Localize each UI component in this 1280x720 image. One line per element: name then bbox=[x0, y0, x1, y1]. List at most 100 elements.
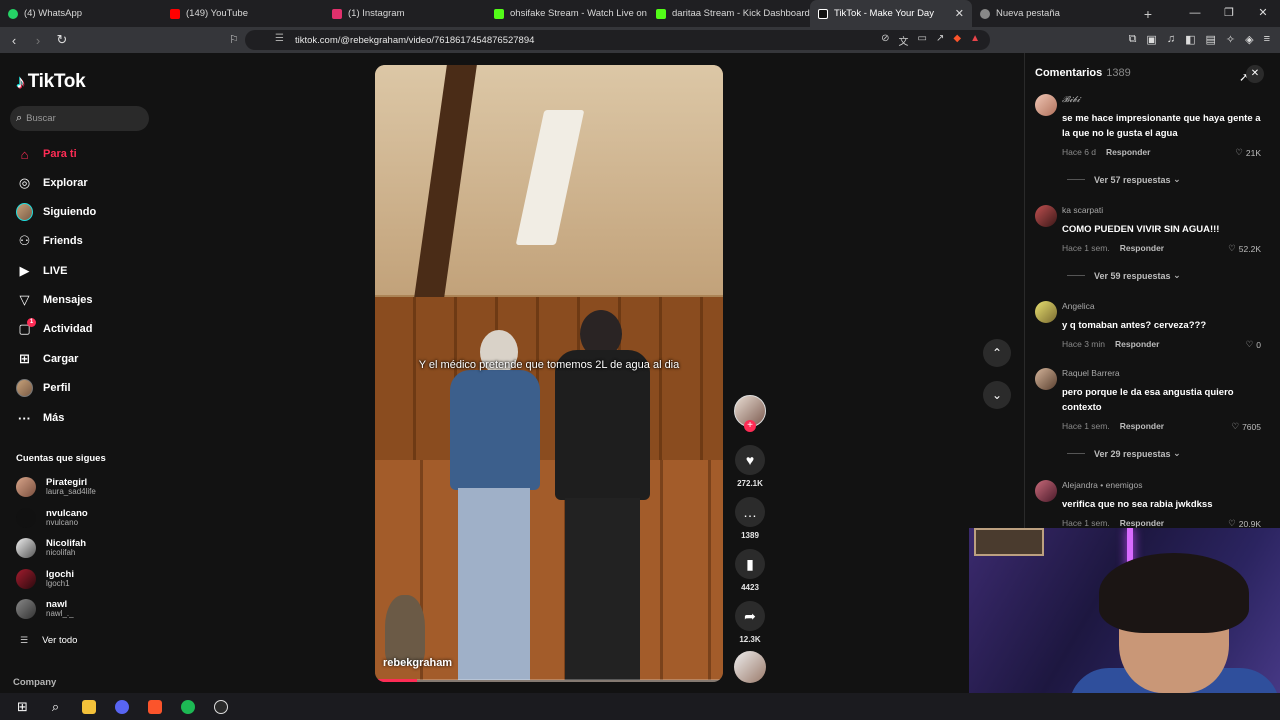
translate-icon[interactable]: 文 bbox=[899, 33, 909, 48]
reply-button[interactable]: Responder bbox=[1115, 339, 1159, 349]
chevron-down-icon: ⌄ bbox=[1173, 270, 1181, 280]
comment-like-button[interactable]: ♡ 0 bbox=[1246, 339, 1261, 350]
close-window-icon[interactable]: ✕ bbox=[1246, 0, 1280, 27]
minimize-icon[interactable]: — bbox=[1178, 0, 1212, 27]
comment-time: Hace 1 sem. bbox=[1062, 421, 1110, 431]
see-all-link[interactable]: ☰ Ver todo bbox=[20, 635, 77, 646]
like-button[interactable]: ♥ 272.1K bbox=[733, 445, 767, 488]
forward-icon[interactable]: › bbox=[28, 33, 48, 48]
comment-username[interactable]: ka scarpati bbox=[1062, 205, 1103, 215]
company-link[interactable]: Company bbox=[13, 677, 56, 688]
sound-avatar[interactable] bbox=[734, 651, 766, 683]
sidebar-item-mensajes[interactable]: ▽ Mensajes bbox=[16, 289, 93, 311]
comment-username[interactable]: Alejandra • enemigos bbox=[1062, 480, 1142, 490]
tiktok-logo[interactable]: ♪ TikTok bbox=[16, 71, 86, 93]
reply-button[interactable]: Responder bbox=[1120, 421, 1164, 431]
close-comments-button[interactable]: ✕ bbox=[1246, 65, 1264, 83]
url-field[interactable]: ⚐ ☰ tiktok.com/@rebekgraham/video/761861… bbox=[229, 30, 990, 50]
video-frame-person bbox=[450, 330, 540, 680]
sidebar-item-label: Actividad bbox=[43, 323, 93, 335]
extensions-icon[interactable]: ⧉ bbox=[1129, 33, 1137, 46]
tab-whatsapp[interactable]: (4) WhatsApp bbox=[0, 0, 162, 27]
brave-shields-icon[interactable]: ◆ bbox=[953, 33, 961, 48]
save-button[interactable]: ▮ 4423 bbox=[733, 549, 767, 592]
avatar[interactable] bbox=[1035, 480, 1057, 502]
spotify-icon[interactable] bbox=[171, 693, 204, 720]
reply-button[interactable]: Responder bbox=[1120, 518, 1164, 528]
tab-instagram[interactable]: (1) Instagram bbox=[324, 0, 486, 27]
video-progress-bar[interactable] bbox=[375, 679, 723, 682]
view-replies-button[interactable]: Ver 57 respuestas ⌄ bbox=[1067, 174, 1181, 185]
avatar[interactable] bbox=[1035, 368, 1057, 390]
following-item[interactable]: nawl nawl_._ bbox=[16, 596, 74, 622]
video-player[interactable]: Y el médico pretende que tomemos 2L de a… bbox=[375, 65, 723, 682]
comment-like-button[interactable]: ♡ 21K bbox=[1235, 147, 1261, 158]
following-item[interactable]: Pirategirl laura_sad4life bbox=[16, 474, 96, 500]
comment-username[interactable]: 𝓑𝓲𝓫𝓲 bbox=[1062, 94, 1080, 105]
tab-new[interactable]: Nueva pestaña bbox=[972, 0, 1134, 27]
tab-title: ohsifake Stream - Watch Live on Kick bbox=[510, 8, 648, 19]
cast-icon[interactable]: ▭ bbox=[918, 33, 927, 48]
menu-icon[interactable]: ≡ bbox=[1264, 33, 1270, 46]
file-explorer-icon[interactable] bbox=[72, 693, 105, 720]
reload-icon[interactable]: ↻ bbox=[52, 32, 72, 48]
sidebar-item-cargar[interactable]: ⊞ Cargar bbox=[16, 348, 78, 370]
discord-icon[interactable] bbox=[105, 693, 138, 720]
avatar[interactable] bbox=[1035, 205, 1057, 227]
sidebar-item-actividad[interactable]: ▢ 1 Actividad bbox=[16, 317, 93, 340]
bookmark-icon[interactable]: ⚐ bbox=[229, 33, 239, 46]
comment-username[interactable]: Angelica bbox=[1062, 301, 1095, 311]
search-icon[interactable]: ⌕ bbox=[39, 693, 72, 720]
following-item[interactable]: nvulcano nvulcano bbox=[16, 505, 88, 531]
tab-kick-dashboard[interactable]: daritaa Stream - Kick Dashboard bbox=[648, 0, 810, 27]
vpn-icon[interactable]: ◈ bbox=[1245, 33, 1253, 46]
back-icon[interactable]: ‹ bbox=[4, 33, 24, 48]
wallet-icon[interactable]: ▤ bbox=[1205, 33, 1215, 46]
restore-icon[interactable]: ❐ bbox=[1212, 0, 1246, 27]
search-input[interactable]: ⌕ Buscar bbox=[10, 106, 149, 131]
comment-button[interactable]: … 1389 bbox=[733, 497, 767, 540]
leo-ai-icon[interactable]: ✧ bbox=[1226, 33, 1235, 46]
following-item[interactable]: lgochi lgoch1 bbox=[16, 566, 74, 592]
media-icon[interactable]: ♫ bbox=[1167, 33, 1175, 46]
comment-username[interactable]: Raquel Barrera bbox=[1062, 368, 1120, 378]
sidebar-item-siguiendo[interactable]: Siguiendo bbox=[16, 201, 96, 223]
previous-video-button[interactable]: ⌃ bbox=[983, 339, 1011, 367]
view-replies-button[interactable]: Ver 29 respuestas ⌄ bbox=[1067, 448, 1181, 459]
screenshot-icon[interactable]: ▣ bbox=[1146, 33, 1156, 46]
share-icon[interactable]: ↗ bbox=[936, 33, 944, 48]
tab-youtube[interactable]: (149) YouTube bbox=[162, 0, 324, 27]
sidebar-item-live[interactable]: ▶ LIVE bbox=[16, 260, 68, 282]
comment-like-button[interactable]: ♡ 7605 bbox=[1231, 421, 1261, 432]
sidebar-item-mas[interactable]: ··· Más bbox=[16, 407, 64, 429]
follow-plus-icon[interactable]: + bbox=[744, 420, 756, 432]
sidebar-toggle-icon[interactable]: ◧ bbox=[1185, 33, 1195, 46]
comment-time: Hace 1 sem. bbox=[1062, 518, 1110, 528]
sidebar-item-perfil[interactable]: Perfil bbox=[16, 377, 71, 399]
block-icon[interactable]: ⊘ bbox=[881, 33, 889, 48]
new-tab-button[interactable]: + bbox=[1134, 6, 1162, 22]
avatar[interactable] bbox=[1035, 301, 1057, 323]
view-replies-button[interactable]: Ver 59 respuestas ⌄ bbox=[1067, 270, 1181, 281]
sidebar-item-para-ti[interactable]: ⌂ Para ti bbox=[16, 143, 77, 165]
site-settings-icon[interactable]: ☰ bbox=[275, 33, 284, 44]
reply-button[interactable]: Responder bbox=[1120, 243, 1164, 253]
heart-outline-icon: ♡ bbox=[1228, 243, 1236, 253]
rewards-icon[interactable]: ▲ bbox=[970, 33, 980, 48]
sidebar-item-explorar[interactable]: ◎ Explorar bbox=[16, 172, 88, 194]
comment-like-button[interactable]: ♡ 52.2K bbox=[1228, 243, 1261, 254]
close-tab-icon[interactable]: ✕ bbox=[955, 7, 964, 20]
avatar[interactable] bbox=[1035, 94, 1057, 116]
brave-browser-icon[interactable] bbox=[138, 693, 171, 720]
next-video-button[interactable]: ⌄ bbox=[983, 381, 1011, 409]
obs-icon[interactable] bbox=[204, 693, 237, 720]
sidebar-item-friends[interactable]: ⚇ Friends bbox=[16, 230, 83, 252]
comment-icon: … bbox=[735, 497, 765, 527]
windows-start-icon[interactable]: ⊞ bbox=[6, 693, 39, 720]
tab-kick-stream[interactable]: ohsifake Stream - Watch Live on Kick bbox=[486, 0, 648, 27]
reply-button[interactable]: Responder bbox=[1106, 147, 1150, 157]
tab-tiktok[interactable]: TikTok - Make Your Day ✕ bbox=[810, 0, 972, 27]
video-username[interactable]: rebekgraham bbox=[383, 657, 452, 669]
following-item[interactable]: Nicolifah nicolifah bbox=[16, 535, 86, 561]
share-button[interactable]: ➦ 12.3K bbox=[733, 601, 767, 644]
